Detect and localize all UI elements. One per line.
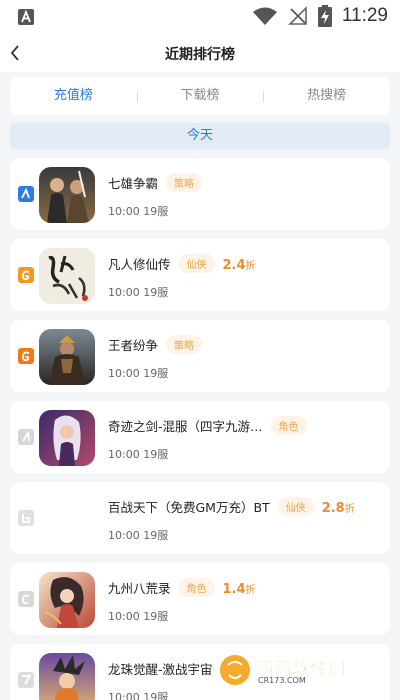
list-item[interactable]: 百战天下（免费GM万充）BT 仙侠 2.8折 10:00 19服 xyxy=(10,482,390,554)
status-bar: 11:29 xyxy=(0,0,400,34)
app-notification-icon xyxy=(18,9,34,25)
game-title-row: 龙珠觉醒-激战宇宙 xyxy=(108,659,213,678)
discount-unit: 折 xyxy=(344,504,355,515)
tab-hot-search[interactable]: 热搜榜 xyxy=(263,77,390,115)
battery-charging-icon xyxy=(317,5,332,27)
game-title-row: 凡人修仙传 仙侠 2.4折 xyxy=(108,254,256,273)
server-info: 10:00 19服 xyxy=(108,529,169,542)
wifi-icon xyxy=(252,7,277,25)
game-name: 凡人修仙传 xyxy=(108,257,171,272)
game-thumbnail xyxy=(39,329,95,385)
no-signal-icon xyxy=(287,6,307,25)
tab-recharge[interactable]: 充值榜 xyxy=(10,77,137,115)
server-info: 10:00 19服 xyxy=(108,205,169,218)
discount-value: 1.4 xyxy=(222,582,246,597)
list-item[interactable]: 七雄争霸 策略 10:00 19服 xyxy=(10,158,390,230)
server-info: 10:00 19服 xyxy=(108,610,169,623)
game-name: 龙珠觉醒-激战宇宙 xyxy=(108,662,213,677)
discount-badge: 1.4折 xyxy=(223,581,256,597)
genre-tag: 仙侠 xyxy=(178,254,215,273)
server-info: 10:00 19服 xyxy=(108,691,169,700)
ranking-tabs: 充值榜 下载榜 热搜榜 xyxy=(10,77,390,115)
game-thumbnail xyxy=(39,653,95,700)
rank-badge-icon xyxy=(18,348,34,364)
game-name: 王者纷争 xyxy=(108,338,159,353)
day-header: 今天 xyxy=(10,123,390,149)
tab-download[interactable]: 下载榜 xyxy=(136,77,264,115)
game-title-row: 九州八荒录 角色 1.4折 xyxy=(108,578,256,597)
game-thumbnail xyxy=(39,167,95,223)
watermark-logo-icon xyxy=(218,653,252,687)
genre-tag: 角色 xyxy=(270,416,307,435)
game-title-row: 七雄争霸 策略 xyxy=(108,173,203,192)
discount-badge: 2.4折 xyxy=(223,257,256,273)
game-thumbnail xyxy=(39,248,95,304)
game-title-row: 王者纷争 策略 xyxy=(108,335,203,354)
rank-badge-icon xyxy=(18,510,34,526)
rank-badge-icon xyxy=(18,672,34,688)
game-name: 百战天下（免费GM万充）BT xyxy=(108,500,270,515)
game-thumbnail xyxy=(39,410,95,466)
genre-tag: 仙侠 xyxy=(277,497,314,516)
genre-tag: 角色 xyxy=(178,578,215,597)
game-title-row: 百战天下（免费GM万充）BT 仙侠 2.8折 xyxy=(108,497,355,516)
game-thumbnail xyxy=(39,491,95,547)
rank-badge-icon xyxy=(18,429,34,445)
discount-value: 2.8 xyxy=(321,501,345,516)
game-name: 七雄争霸 xyxy=(108,176,159,191)
list-item[interactable]: 王者纷争 策略 10:00 19服 xyxy=(10,320,390,392)
discount-badge: 2.8折 xyxy=(322,500,355,516)
server-info: 10:00 19服 xyxy=(108,448,169,461)
game-title-row: 奇迹之剑-混服（四字九游… 角色 xyxy=(108,416,307,435)
discount-unit: 折 xyxy=(245,585,256,596)
server-info: 10:00 19服 xyxy=(108,286,169,299)
nav-bar: 近期排行榜 xyxy=(0,34,400,72)
list-item[interactable]: 奇迹之剑-混服（四字九游… 角色 10:00 19服 xyxy=(10,401,390,473)
list-item[interactable]: 九州八荒录 角色 1.4折 10:00 19服 xyxy=(10,563,390,635)
rank-badge-icon xyxy=(18,186,34,202)
genre-tag: 策略 xyxy=(166,335,203,354)
game-name: 奇迹之剑-混服（四字九游… xyxy=(108,419,263,434)
rank-badge-icon xyxy=(18,267,34,283)
game-thumbnail xyxy=(39,572,95,628)
discount-value: 2.4 xyxy=(222,258,246,273)
discount-unit: 折 xyxy=(245,261,256,272)
watermark-subtext: CR173.COM xyxy=(258,676,306,685)
server-info: 10:00 19服 xyxy=(108,367,169,380)
game-name: 九州八荒录 xyxy=(108,581,171,596)
watermark: 西西软件园 CR173.COM xyxy=(218,652,382,688)
list-item[interactable]: 凡人修仙传 仙侠 2.4折 10:00 19服 xyxy=(10,239,390,311)
genre-tag: 策略 xyxy=(166,173,203,192)
status-time: 11:29 xyxy=(341,5,388,26)
page-title: 近期排行榜 xyxy=(165,47,235,63)
rank-badge-icon xyxy=(18,591,34,607)
